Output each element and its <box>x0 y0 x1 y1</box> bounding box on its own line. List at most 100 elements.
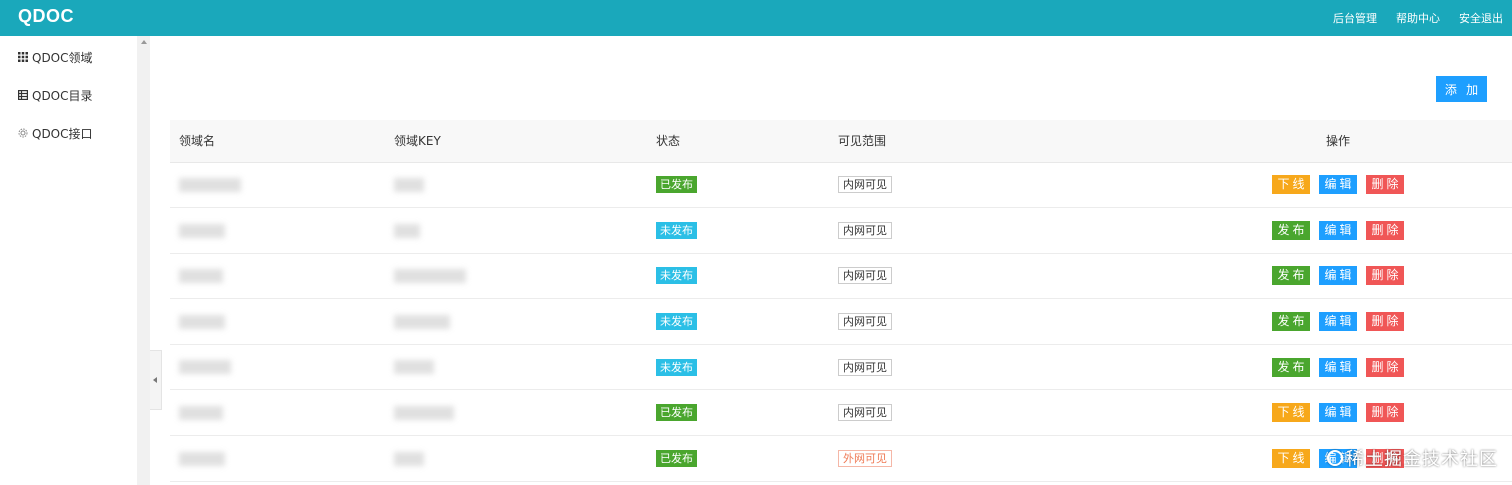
sidebar-item-label: QDOC接口 <box>32 126 93 141</box>
publish-button[interactable]: 发布 <box>1272 357 1310 377</box>
redacted-text <box>394 451 424 466</box>
table-header-row: 领域名 领域KEY 状态 可见范围 操作 <box>170 120 1512 163</box>
redacted-text <box>179 406 223 421</box>
cell-domain-key <box>386 253 650 300</box>
delete-button[interactable]: 删除 <box>1366 175 1404 195</box>
edit-button[interactable]: 编辑 <box>1319 175 1357 195</box>
status-badge: 未发布 <box>656 358 697 376</box>
edit-button[interactable]: 编辑 <box>1319 312 1357 332</box>
cell-domain-key <box>386 435 650 482</box>
offline-button[interactable]: 下线 <box>1272 403 1310 423</box>
cell-actions: 发布 编辑 删除 <box>1220 207 1512 254</box>
publish-button[interactable]: 发布 <box>1272 220 1310 240</box>
table-row: 已发布 外网可见 下线 编辑 删除 <box>170 435 1512 482</box>
cell-domain-key <box>386 298 650 345</box>
delete-button[interactable]: 删除 <box>1366 220 1404 240</box>
nav-logout-link[interactable]: 安全退出 <box>1459 10 1503 26</box>
cell-status: 未发布 <box>650 207 834 254</box>
status-badge: 未发布 <box>656 221 697 239</box>
cell-status: 未发布 <box>650 298 834 345</box>
app-logo[interactable]: QDOC <box>18 6 74 27</box>
redacted-text <box>394 314 450 329</box>
redacted-text <box>179 314 225 329</box>
top-nav: 后台管理 帮助中心 安全退出 <box>1333 0 1512 36</box>
cell-actions: 发布 编辑 删除 <box>1220 344 1512 391</box>
cell-actions: 下线 编辑 删除 <box>1220 389 1512 437</box>
nav-help-link[interactable]: 帮助中心 <box>1396 10 1440 26</box>
cell-domain-name <box>170 435 386 482</box>
cell-status: 已发布 <box>650 162 834 209</box>
table-row: 未发布 内网可见 发布 编辑 删除 <box>170 207 1512 254</box>
chevron-left-icon <box>153 377 157 383</box>
sidebar-item-catalog[interactable]: QDOC目录 <box>0 76 137 114</box>
sidebar-scrollbar[interactable] <box>137 36 150 485</box>
sidebar: QDOC领域 QDOC目录 QDOC接口 <box>0 36 137 485</box>
cell-actions: 下线 编辑 删除 <box>1220 162 1512 209</box>
table-row: 未发布 内网可见 发布 编辑 删除 <box>170 298 1512 345</box>
sidebar-item-label: QDOC目录 <box>32 88 93 103</box>
sidebar-item-api[interactable]: QDOC接口 <box>0 114 137 152</box>
grid-icon <box>18 52 28 62</box>
cell-status: 已发布 <box>650 435 834 482</box>
edit-button[interactable]: 编辑 <box>1319 357 1357 377</box>
add-button[interactable]: 添 加 <box>1436 76 1487 102</box>
redacted-text <box>394 223 420 238</box>
redacted-text <box>394 406 454 421</box>
cell-scope: 内网可见 <box>834 162 1220 209</box>
status-badge: 已发布 <box>656 404 697 422</box>
watermark: 稀土掘金技术社区 <box>1327 445 1498 471</box>
status-badge: 未发布 <box>656 313 697 331</box>
cell-domain-name <box>170 253 386 300</box>
column-header-scope: 可见范围 <box>834 120 1220 163</box>
cell-scope: 内网可见 <box>834 298 1220 345</box>
edit-button[interactable]: 编辑 <box>1319 220 1357 240</box>
offline-button[interactable]: 下线 <box>1272 448 1310 468</box>
redacted-text <box>179 360 231 375</box>
cell-domain-name <box>170 207 386 254</box>
cell-status: 已发布 <box>650 389 834 437</box>
column-header-key: 领域KEY <box>386 120 650 163</box>
scroll-up-arrow-icon[interactable] <box>141 40 147 44</box>
table-row: 未发布 内网可见 发布 编辑 删除 <box>170 344 1512 391</box>
delete-button[interactable]: 删除 <box>1366 312 1404 332</box>
nav-admin-link[interactable]: 后台管理 <box>1333 10 1377 26</box>
column-header-status: 状态 <box>650 120 834 163</box>
cell-status: 未发布 <box>650 344 834 391</box>
cell-domain-name <box>170 344 386 391</box>
offline-button[interactable]: 下线 <box>1272 175 1310 195</box>
cell-domain-name <box>170 162 386 209</box>
scope-badge: 内网可见 <box>838 313 892 331</box>
cell-domain-key <box>386 162 650 209</box>
edit-button[interactable]: 编辑 <box>1319 266 1357 286</box>
publish-button[interactable]: 发布 <box>1272 266 1310 286</box>
cell-scope: 内网可见 <box>834 389 1220 437</box>
delete-button[interactable]: 删除 <box>1366 357 1404 377</box>
redacted-text <box>179 223 225 238</box>
sidebar-item-domain[interactable]: QDOC领域 <box>0 38 137 76</box>
cell-scope: 外网可见 <box>834 435 1220 482</box>
cell-actions: 发布 编辑 删除 <box>1220 253 1512 300</box>
table-row: 已发布 内网可见 下线 编辑 删除 <box>170 162 1512 209</box>
cell-domain-key <box>386 389 650 437</box>
cell-domain-key <box>386 207 650 254</box>
status-badge: 未发布 <box>656 267 697 285</box>
cell-scope: 内网可见 <box>834 344 1220 391</box>
column-header-actions: 操作 <box>1220 120 1512 163</box>
cell-scope: 内网可见 <box>834 207 1220 254</box>
scope-badge: 内网可见 <box>838 221 892 239</box>
gear-icon <box>18 128 28 138</box>
scope-badge: 内网可见 <box>838 267 892 285</box>
cell-domain-key <box>386 344 650 391</box>
table-row: 已发布 内网可见 下线 编辑 删除 <box>170 389 1512 437</box>
cell-status: 未发布 <box>650 253 834 300</box>
scope-badge: 内网可见 <box>838 176 892 194</box>
redacted-text <box>179 178 241 193</box>
watermark-text: 稀土掘金技术社区 <box>1346 449 1498 470</box>
delete-button[interactable]: 删除 <box>1366 266 1404 286</box>
redacted-text <box>179 451 225 466</box>
delete-button[interactable]: 删除 <box>1366 403 1404 423</box>
top-header: QDOC 后台管理 帮助中心 安全退出 <box>0 0 1512 36</box>
sidebar-collapse-handle[interactable] <box>150 350 162 410</box>
edit-button[interactable]: 编辑 <box>1319 403 1357 423</box>
publish-button[interactable]: 发布 <box>1272 312 1310 332</box>
